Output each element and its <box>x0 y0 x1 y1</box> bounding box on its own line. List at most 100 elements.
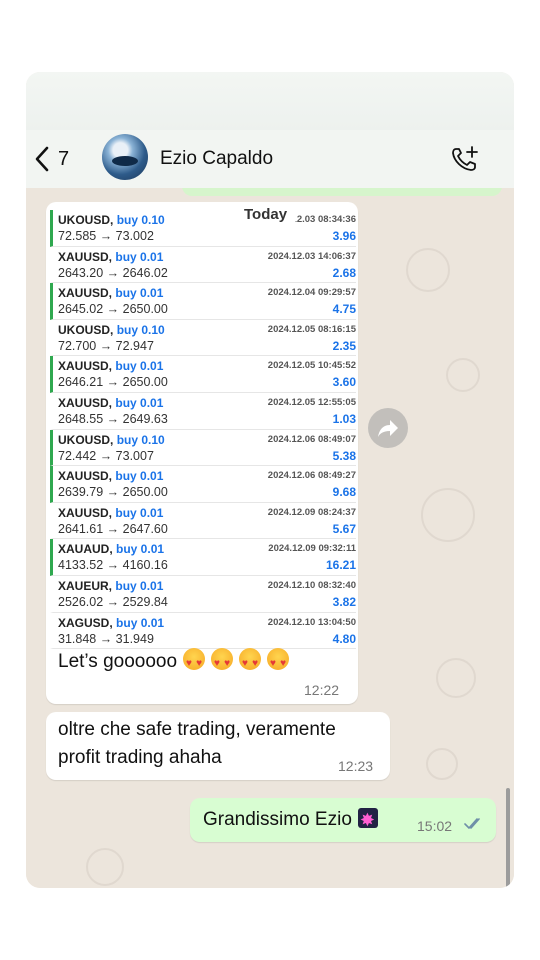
trade-symbol: UKOUSD, buy 0.10 <box>58 432 165 447</box>
add-call-icon[interactable] <box>450 144 480 179</box>
message-text-content: Grandissimo Ezio <box>203 809 352 830</box>
forward-icon <box>378 420 398 437</box>
avatar[interactable] <box>102 134 148 180</box>
trade-datetime: 2024.12.05 08:16:15 <box>267 323 356 335</box>
message-time: 15:02 <box>417 818 453 834</box>
trade-row: XAUUSD, buy 0.01 2024.12.03 14:06:37 2643.… <box>50 247 356 284</box>
trade-action: buy 0.01 <box>115 578 164 593</box>
scrollbar[interactable] <box>506 788 510 888</box>
heart-eyes-emoji-icon <box>211 648 234 678</box>
trade-row: XAUUSD, buy 0.01 2024.12.05 10:45:52 2646.… <box>50 356 356 393</box>
phone-screen: 7 Ezio Capaldo UKOUSD, buy 0.10 2024.12.0… <box>26 72 514 888</box>
message-text: Grandissimo Ezio <box>203 806 378 834</box>
heart-eyes-emoji-icon <box>239 648 262 678</box>
trade-profit: 2.68 <box>332 265 356 280</box>
trade-prices: 2645.02 → 2650.00 <box>58 302 168 317</box>
message-text: oltre che safe trading, veramente profit… <box>58 716 336 772</box>
chat-area[interactable]: UKOUSD, buy 0.10 2024.12.03 08:34:36 72.58… <box>26 188 514 888</box>
wallpaper-doodle <box>86 848 124 886</box>
trade-action: buy 0.10 <box>116 322 165 337</box>
trade-profit: 1.03 <box>332 411 356 426</box>
trade-profit: 2.35 <box>332 338 356 353</box>
image-message-bubble[interactable]: UKOUSD, buy 0.10 2024.12.03 08:34:36 72.58… <box>46 202 358 704</box>
sparkler-emoji-icon <box>357 808 378 828</box>
message-time: 12:22 <box>304 682 340 698</box>
trade-datetime: 2024.12.06 08:49:27 <box>267 470 356 482</box>
trade-profit: 9.68 <box>332 485 356 500</box>
chat-header: 7 Ezio Capaldo <box>26 130 514 188</box>
message-text-content: Let’s goooooo <box>58 651 178 672</box>
trade-profit: 3.60 <box>332 375 356 390</box>
trade-prices: 72.442 → 73.007 <box>58 448 154 463</box>
heart-eyes-emoji-icon <box>183 648 206 678</box>
trade-symbol: XAUUSD, buy 0.01 <box>58 505 164 520</box>
trade-action: buy 0.10 <box>116 432 165 447</box>
message-line: profit trading ahaha <box>58 747 222 768</box>
heart-eyes-emoji-icon <box>267 648 290 678</box>
trade-prices: 31.848 → 31.949 <box>58 631 154 646</box>
trade-profit: 3.96 <box>332 229 356 243</box>
day-badge: Today <box>234 204 298 225</box>
wallpaper-doodle <box>446 358 480 392</box>
trade-prices: 72.700 → 72.947 <box>58 338 154 353</box>
trade-row: XAUUSD, buy 0.01 2024.12.04 09:29:57 2645.… <box>50 283 356 320</box>
unread-count: 7 <box>58 147 70 170</box>
trade-action: buy 0.01 <box>115 286 164 301</box>
trade-action: buy 0.01 <box>115 505 164 520</box>
trade-profit: 5.67 <box>332 521 356 536</box>
trade-symbol: XAUUSD, buy 0.01 <box>58 359 164 374</box>
trade-datetime: 2024.12.09 09:32:11 <box>268 543 356 555</box>
trade-action: buy 0.01 <box>116 542 165 557</box>
trade-row: XAUUSD, buy 0.01 2024.12.06 08:49:27 2639.… <box>50 466 356 503</box>
trade-action: buy 0.01 <box>115 249 164 264</box>
message-text: Let’s goooooo <box>58 648 290 678</box>
trade-prices: 2646.21 → 2650.00 <box>58 375 168 390</box>
trade-symbol: XAGUSD, buy 0.01 <box>58 615 165 630</box>
trade-datetime: 2024.12.04 09:29:57 <box>267 287 356 299</box>
trade-row: XAUEUR, buy 0.01 2024.12.10 08:32:40 2526.… <box>50 576 356 613</box>
trade-profit: 16.21 <box>325 558 356 573</box>
trade-prices: 2639.79 → 2650.00 <box>58 485 168 500</box>
back-button[interactable]: 7 <box>34 144 69 174</box>
trade-prices: 2648.55 → 2649.63 <box>58 411 168 426</box>
outgoing-message-bubble[interactable]: Grandissimo Ezio 15:02 <box>190 798 496 842</box>
trade-datetime: 2024.12.05 12:55:05 <box>267 396 356 408</box>
trade-datetime: 2024.12.09 08:24:37 <box>267 506 356 518</box>
trade-symbol: XAUUSD, buy 0.01 <box>58 395 164 410</box>
trade-row: XAUUSD, buy 0.01 2024.12.09 08:24:37 2641.… <box>50 503 356 540</box>
trade-symbol: XAUUSD, buy 0.01 <box>58 469 164 484</box>
trade-row: XAUAUD, buy 0.01 2024.12.09 09:32:11 4133.… <box>50 539 356 576</box>
trade-symbol: XAUEUR, buy 0.01 <box>58 578 164 593</box>
trade-profit: 3.82 <box>332 594 356 609</box>
trade-prices: 2643.20 → 2646.02 <box>58 265 168 280</box>
trade-prices: 2526.02 → 2529.84 <box>58 594 168 609</box>
trade-row: XAGUSD, buy 0.01 2024.12.10 13:04:50 31.84… <box>50 613 356 650</box>
trade-action: buy 0.10 <box>116 213 165 227</box>
trade-symbol: XAUUSD, buy 0.01 <box>58 249 164 264</box>
trade-prices: 72.585 → 73.002 <box>58 229 154 243</box>
trade-symbol: UKOUSD, buy 0.10 <box>58 213 165 227</box>
trade-row: UKOUSD, buy 0.10 2024.12.03 08:34:36 72.58… <box>50 210 356 247</box>
trade-history-image[interactable]: UKOUSD, buy 0.10 2024.12.03 08:34:36 72.58… <box>50 210 356 650</box>
trade-action: buy 0.01 <box>115 395 164 410</box>
forward-button[interactable] <box>368 408 408 448</box>
trade-action: buy 0.01 <box>115 469 164 484</box>
contact-name[interactable]: Ezio Capaldo <box>160 148 273 170</box>
trade-action: buy 0.01 <box>116 615 165 630</box>
trade-symbol: XAUUSD, buy 0.01 <box>58 286 164 301</box>
trade-datetime: 2024.12.03 14:06:37 <box>267 250 356 262</box>
message-time: 12:23 <box>338 758 374 774</box>
text-message-bubble[interactable]: oltre che safe trading, veramente profit… <box>46 712 390 780</box>
trade-datetime: 2024.12.10 08:32:40 <box>267 579 356 591</box>
message-line: oltre che safe trading, veramente <box>58 719 336 740</box>
trade-datetime: 2024.12.06 08:49:07 <box>267 433 356 445</box>
wallpaper-doodle <box>436 658 476 698</box>
trade-profit: 5.38 <box>332 448 356 463</box>
chevron-left-icon <box>34 146 50 172</box>
trade-datetime: 2024.12.05 10:45:52 <box>267 360 356 372</box>
trade-datetime: 2024.12.10 13:04:50 <box>267 616 356 628</box>
previous-outgoing-bubble <box>182 188 502 196</box>
trade-row: XAUUSD, buy 0.01 2024.12.05 12:55:05 2648.… <box>50 393 356 430</box>
trade-profit: 4.75 <box>332 302 356 317</box>
trade-prices: 4133.52 → 4160.16 <box>58 558 168 573</box>
